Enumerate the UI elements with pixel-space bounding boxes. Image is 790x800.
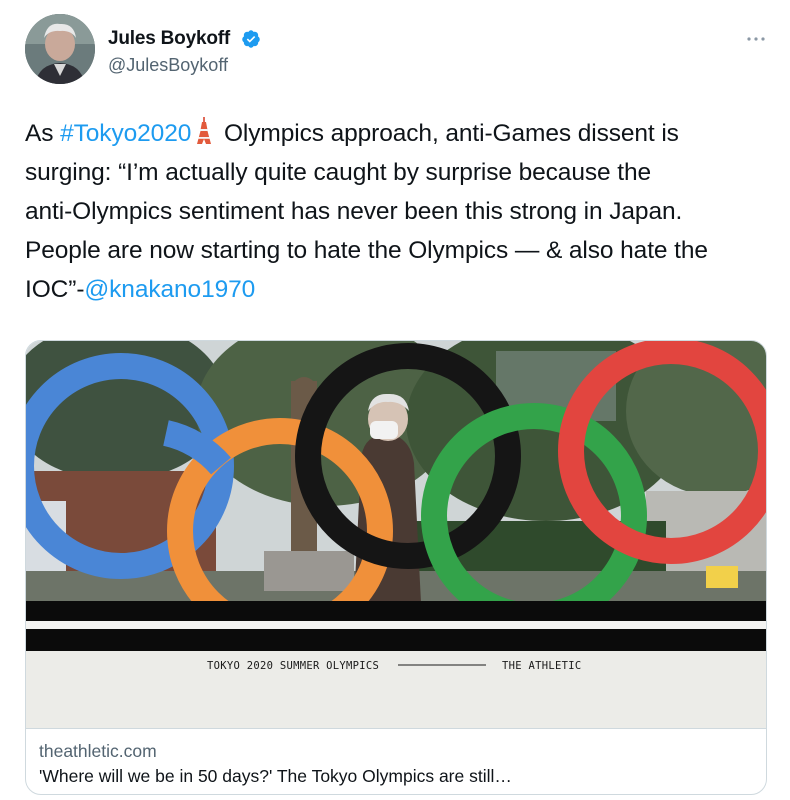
tweet-line-3: anti-Olympics sentiment has never been t… [25,198,683,225]
tweet: Jules Boykoff @JulesBoykoff As #Tokyo202… [0,0,790,800]
tweet-text-fragment: As [25,120,61,147]
tweet-text: As #Tokyo2020 Olympics approach, anti-Ga… [25,114,775,309]
verified-badge-icon [242,30,260,48]
tweet-line-2: surging: “I’m actually quite caught by s… [25,159,651,186]
card-domain: theathletic.com [39,741,157,761]
avatar[interactable] [25,14,95,84]
tokyo-tower-emoji [197,117,212,144]
banner-left-text: TOKYO 2020 SUMMER OLYMPICS [207,660,379,672]
tweet-line-4: People are now starting to hate the Olym… [25,237,708,264]
card-image[interactable]: TOKYO 2020 SUMMER OLYMPICS THE ATHLETIC [26,341,766,728]
tweet-text-fragment: IOC”- [25,276,85,303]
card-meta[interactable]: theathletic.com 'Where will we be in 50 … [26,728,766,794]
tweet-text-fragment: Olympics approach, anti-Games dissent is [217,120,679,147]
author-name[interactable]: Jules Boykoff [108,28,230,50]
tweet-line-1: As #Tokyo2020 Olympics approach, anti-Ga… [25,114,775,153]
card-title: 'Where will we be in 50 days?' The Tokyo… [39,766,512,786]
author-handle[interactable]: @JulesBoykoff [108,55,228,76]
more-horizontal-icon[interactable] [742,28,770,50]
mention-link[interactable]: @knakano1970 [84,276,255,303]
tweet-line-5: IOC”-@knakano1970 [25,270,775,309]
banner-right-text: THE ATHLETIC [502,660,581,672]
link-card[interactable]: TOKYO 2020 SUMMER OLYMPICS THE ATHLETIC … [25,340,767,795]
hashtag-link[interactable]: #Tokyo2020 [60,120,191,147]
